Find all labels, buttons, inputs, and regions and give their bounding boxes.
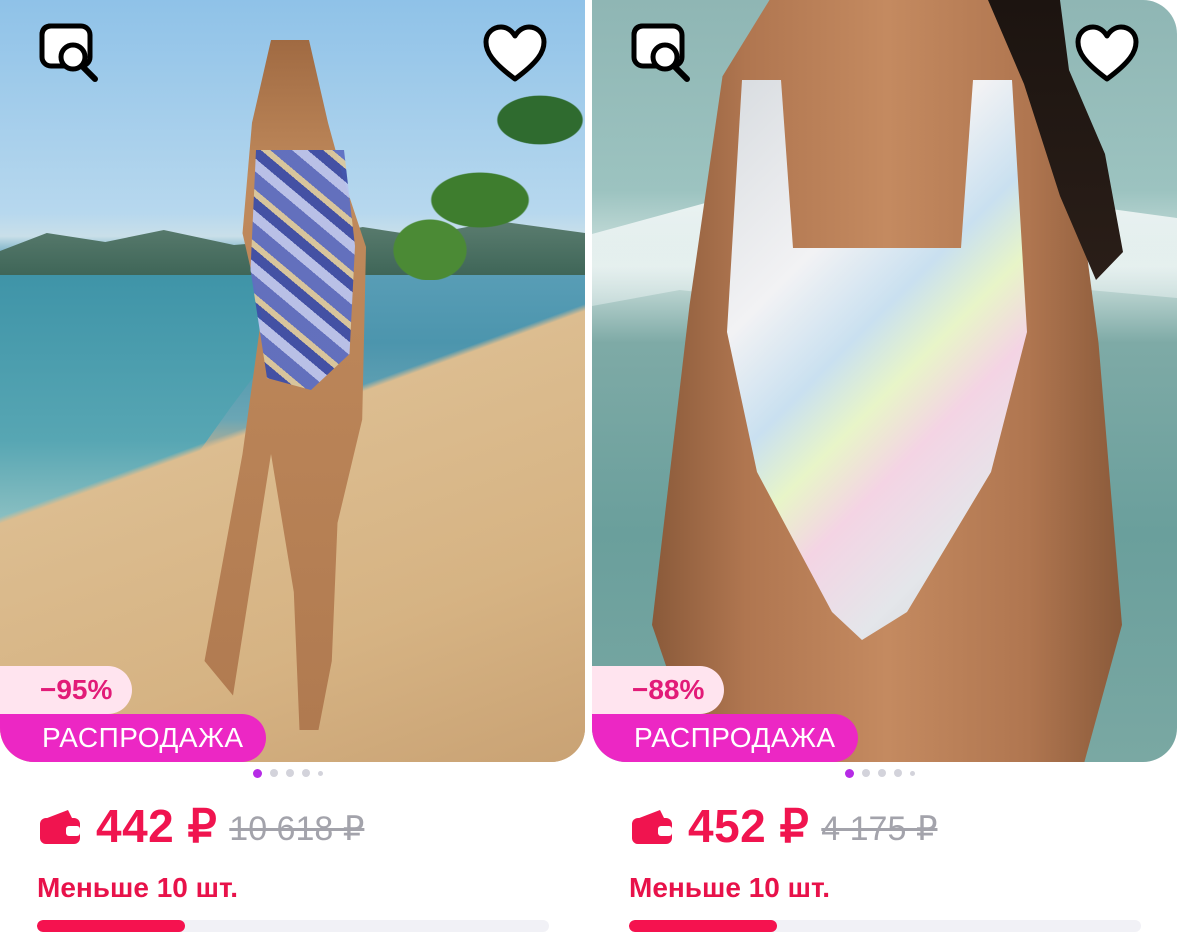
gallery-dot[interactable] [845,768,854,778]
current-price: 442 ₽ [96,800,218,852]
gallery-dot[interactable] [318,770,323,776]
price-row: 452 ₽ 4 175 ₽ [630,796,937,856]
gallery-dots[interactable] [845,768,915,778]
product-card[interactable]: −88% РАСПРОДАЖА 452 ₽ 4 175 ₽ Меньше 10 … [592,0,1177,942]
heart-outline-icon [483,24,547,82]
price-row: 442 ₽ 10 618 ₽ [38,796,364,856]
gallery-dot[interactable] [894,769,902,777]
old-price: 4 175 ₽ [821,810,938,848]
image-search-icon [39,23,98,82]
current-price: 452 ₽ [688,800,810,852]
product-photo[interactable]: −88% РАСПРОДАЖА [592,0,1177,762]
gallery-dot[interactable] [878,769,886,777]
product-card[interactable]: −95% РАСПРОДАЖА 442 ₽ 10 618 ₽ Меньше 10… [0,0,585,942]
wallet-icon [40,810,80,844]
gallery-dots[interactable] [253,768,323,778]
favorite-button[interactable] [1073,20,1141,88]
gallery-dot[interactable] [302,769,310,777]
old-price: 10 618 ₽ [229,810,365,848]
gallery-dot[interactable] [286,769,294,777]
stock-label: Меньше 10 шт. [37,872,239,903]
gallery-dot[interactable] [862,769,870,777]
product-photo[interactable]: −95% РАСПРОДАЖА [0,0,585,762]
gallery-dot[interactable] [270,769,278,777]
photo-palms [390,60,585,280]
sale-badge: РАСПРОДАЖА [592,714,858,762]
discount-badge: −88% [592,666,725,714]
gallery-dot[interactable] [910,770,915,776]
heart-outline-icon [1075,24,1139,82]
stock-progress-fill [629,920,778,932]
image-search-icon [631,23,690,82]
discount-badge: −95% [0,666,133,714]
image-search-button[interactable] [36,20,104,88]
favorite-button[interactable] [481,20,549,88]
gallery-dot[interactable] [253,768,262,778]
stock-progress-bar [37,920,549,932]
sale-badge: РАСПРОДАЖА [0,714,266,762]
stock-progress-bar [629,920,1141,932]
stock-progress-fill [37,920,186,932]
wallet-icon [632,810,672,844]
stock-label: Меньше 10 шт. [629,872,831,903]
image-search-button[interactable] [628,20,696,88]
